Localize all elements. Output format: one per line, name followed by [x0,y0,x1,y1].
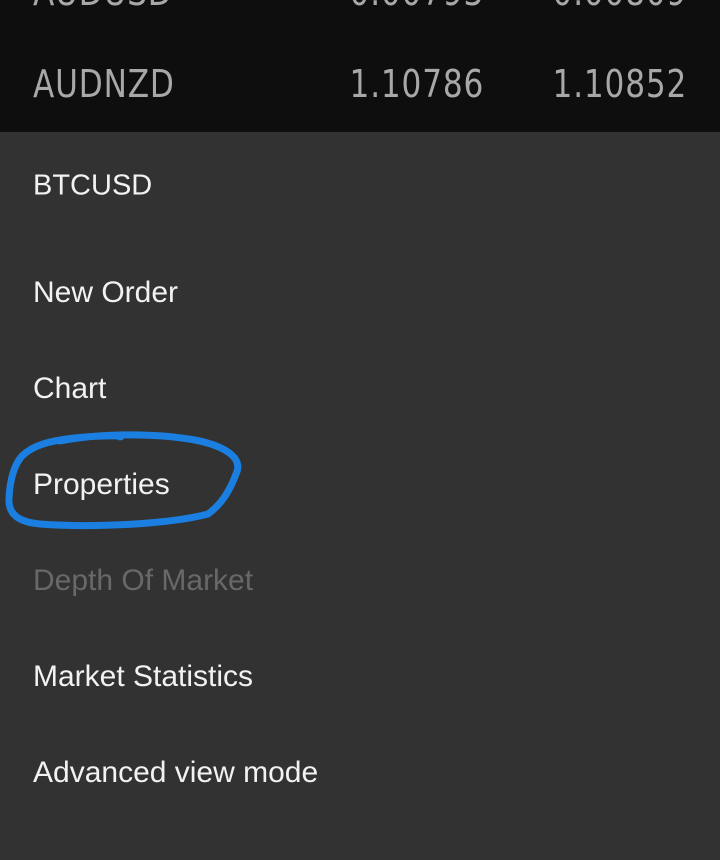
menu-item-depth-of-market: Depth Of Market [0,533,720,629]
menu-item-label: Chart [33,372,107,405]
menu-item-advanced-view-mode[interactable]: Advanced view mode [0,725,720,821]
quote-symbol: AUDUSD [33,0,173,14]
menu-item-label: Properties [33,468,170,501]
menu-item-label: Depth Of Market [33,564,254,597]
menu-item-label: Market Statistics [33,660,254,693]
menu-item-label: Advanced view mode [33,756,319,789]
quote-row-audusd[interactable]: AUDUSD 0.00793 0.00809 [0,0,720,32]
context-menu-title: BTCUSD [0,138,720,234]
quote-bid: 0.00793 [349,0,484,14]
menu-item-new-order[interactable]: New Order [0,245,720,341]
quote-bid: 1.10786 [349,62,484,106]
quote-ask: 1.10852 [552,62,687,106]
quotes-list: AUDUSD 0.00793 0.00809 AUDNZD 1.10786 1.… [0,0,720,132]
menu-item-properties[interactable]: Properties [0,437,720,533]
menu-item-market-statistics[interactable]: Market Statistics [0,629,720,725]
menu-item-label: New Order [33,276,179,309]
context-menu-title-label: BTCUSD [33,169,153,202]
quote-row-audnzd[interactable]: AUDNZD 1.10786 1.10852 [0,44,720,124]
quote-ask: 0.00809 [552,0,687,14]
context-menu: BTCUSD New Order Chart Properties Depth … [0,132,720,860]
quote-symbol: AUDNZD [33,62,175,106]
menu-item-chart[interactable]: Chart [0,341,720,437]
